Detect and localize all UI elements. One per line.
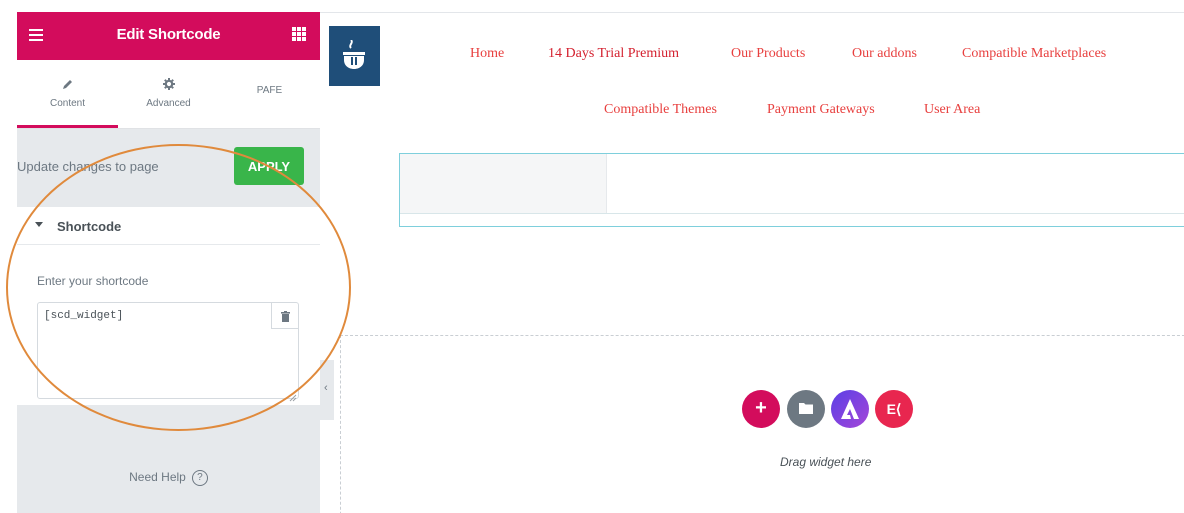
astra-logo-icon	[841, 399, 859, 419]
need-help-link[interactable]: Need Help?	[17, 470, 320, 486]
nav-compatible-themes[interactable]: Compatible Themes	[604, 102, 717, 118]
apply-row: Update changes to page APPLY	[17, 129, 320, 207]
nav-home[interactable]: Home	[470, 46, 504, 62]
drag-widget-hint: Drag widget here	[780, 455, 872, 469]
tab-content-label: Content	[49, 98, 86, 109]
selected-section[interactable]	[399, 153, 1184, 227]
section-title: Shortcode	[57, 219, 122, 234]
folder-icon	[799, 403, 813, 414]
panel-title: Edit Shortcode	[116, 26, 221, 43]
caret-down-icon	[35, 222, 43, 227]
panel-tabs: Content Advanced PAFE	[17, 60, 320, 128]
elementor-panel: Edit Shortcode Content Advanced PAFE Upd…	[17, 12, 320, 513]
elementskit-button[interactable]: E⟨	[875, 390, 913, 428]
astra-button[interactable]	[831, 390, 869, 428]
template-library-button[interactable]	[787, 390, 825, 428]
nav-payment-gateways[interactable]: Payment Gateways	[767, 102, 875, 118]
gear-icon	[118, 78, 219, 92]
tab-advanced-label: Advanced	[146, 98, 191, 109]
need-help-label: Need Help	[129, 470, 186, 485]
shortcode-input[interactable]	[37, 302, 299, 399]
tab-pafe-label: PAFE	[256, 85, 283, 96]
shortcode-section: Shortcode Enter your shortcode	[17, 207, 320, 405]
section-inner	[400, 154, 1184, 214]
help-question-icon: ?	[191, 470, 208, 486]
tab-content[interactable]: Content	[17, 60, 118, 128]
shortcode-field-label: Enter your shortcode	[37, 274, 149, 288]
apply-description: Update changes to page	[17, 159, 159, 174]
nav-compatible-marketplaces[interactable]: Compatible Marketplaces	[962, 46, 1106, 62]
preview-top-border	[320, 12, 1184, 13]
nav-14-days-trial[interactable]: 14 Days Trial Premium	[548, 46, 679, 62]
resize-grip-icon[interactable]	[289, 389, 297, 402]
nav-our-products[interactable]: Our Products	[731, 46, 805, 62]
add-section-button[interactable]: +	[742, 390, 780, 428]
tab-advanced[interactable]: Advanced	[118, 60, 219, 128]
elementskit-label: E⟨	[886, 401, 902, 417]
shortcode-section-header[interactable]: Shortcode	[17, 207, 320, 245]
trash-icon[interactable]	[271, 303, 298, 329]
chevron-left-icon: ‹	[324, 382, 328, 394]
column-cell[interactable]	[400, 154, 607, 213]
panel-header: Edit Shortcode	[17, 12, 320, 60]
site-logo[interactable]	[329, 26, 380, 86]
apply-button[interactable]: APPLY	[234, 147, 304, 185]
pencil-icon	[17, 78, 118, 92]
nav-our-addons[interactable]: Our addons	[852, 46, 917, 62]
panel-collapse-handle[interactable]: ‹	[320, 360, 334, 420]
nav-user-area[interactable]: User Area	[924, 102, 980, 118]
widgets-grid-icon[interactable]	[292, 27, 306, 41]
tab-pafe[interactable]: PAFE	[219, 60, 320, 128]
